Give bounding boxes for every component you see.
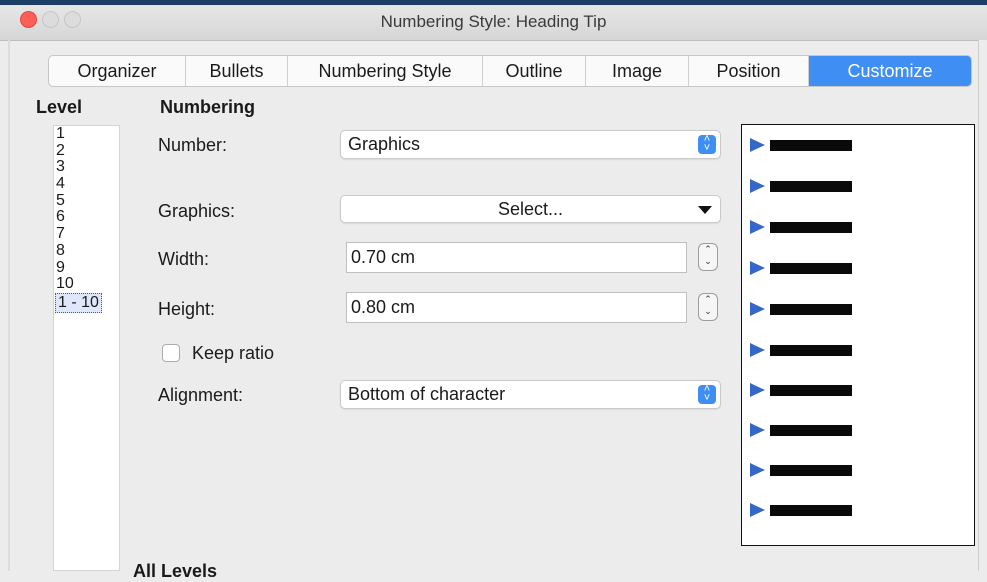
level-heading: Level [36,97,83,117]
graphics-select-button[interactable]: Select... [340,195,721,223]
level-item-3[interactable]: 3 [54,159,119,176]
keep-ratio-checkbox[interactable] [162,344,180,362]
width-label: Width: [158,249,210,269]
alignment-select-value: Bottom of character [348,384,506,404]
level-item-10[interactable]: 10 [54,276,119,293]
triangle-arrow-icon [750,503,765,517]
preview-text-line [770,263,852,274]
triangle-arrow-icon [750,383,765,397]
width-field[interactable]: 0.70 cm [346,242,687,273]
tab-customize[interactable]: Customize [809,56,971,86]
tab-outline[interactable]: Outline [483,56,586,86]
tab-position[interactable]: Position [689,56,809,86]
preview-text-line [770,345,852,356]
numbering-heading: Numbering [160,97,256,117]
triangle-arrow-icon [750,423,765,437]
dialog-edge [8,40,10,571]
title-bar: Numbering Style: Heading Tip [0,0,987,41]
level-item-5[interactable]: 5 [54,192,119,210]
keep-ratio-label: Keep ratio [192,343,275,363]
desktop-stripe [0,0,987,5]
window-title: Numbering Style: Heading Tip [380,12,607,31]
level-list[interactable]: 1 2 3 4 5 6 7 8 9 10 1 - 10 [53,125,120,571]
preview-text-line [770,304,852,315]
select-stepper-icon: ˄ ˅ [698,134,716,154]
level-item-1[interactable]: 1 [54,126,119,143]
all-levels-heading: All Levels [133,561,218,581]
preview-text-line [770,425,852,436]
number-select[interactable]: Graphics ˄ ˅ [340,130,721,159]
preview-text-line [770,140,852,151]
triangle-arrow-icon [750,343,765,357]
dialog-edge-right [978,40,987,571]
graphics-label: Graphics: [158,201,236,221]
chevron-down-icon [698,206,712,214]
triangle-arrow-icon [750,179,765,193]
level-item-2[interactable]: 2 [54,142,119,160]
height-stepper[interactable]: ⌃ ⌄ [698,293,718,321]
select-stepper-icon: ˄ ˅ [698,384,716,404]
level-item-9[interactable]: 9 [54,259,119,277]
graphics-select-label: Select... [497,199,564,219]
triangle-arrow-icon [750,463,765,477]
alignment-label: Alignment: [158,385,244,405]
number-select-value: Graphics [348,134,421,154]
triangle-arrow-icon [750,220,765,234]
preview-text-line [770,385,852,396]
tab-image[interactable]: Image [586,56,689,86]
tab-numbering-style[interactable]: Numbering Style [288,56,483,86]
height-label: Height: [158,299,216,319]
level-item-8[interactable]: 8 [54,242,119,260]
width-stepper[interactable]: ⌃ ⌄ [698,243,718,271]
level-item-7[interactable]: 7 [54,226,119,243]
level-item-4[interactable]: 4 [54,176,119,193]
tab-organizer[interactable]: Organizer [49,56,186,86]
tab-bullets[interactable]: Bullets [186,56,288,86]
preview-text-line [770,505,852,516]
preview-text-line [770,222,852,233]
level-item-6[interactable]: 6 [54,209,119,226]
triangle-arrow-icon [750,302,765,316]
height-field[interactable]: 0.80 cm [346,292,687,323]
preview-text-line [770,181,852,192]
tab-bar: Organizer Bullets Numbering Style Outlin… [48,55,972,87]
level-item-all[interactable]: 1 - 10 [55,292,102,313]
triangle-arrow-icon [750,261,765,275]
number-label: Number: [158,135,228,155]
triangle-arrow-icon [750,138,765,152]
alignment-select[interactable]: Bottom of character ˄ ˅ [340,380,721,409]
preview-text-line [770,465,852,476]
numbering-preview [741,124,975,546]
